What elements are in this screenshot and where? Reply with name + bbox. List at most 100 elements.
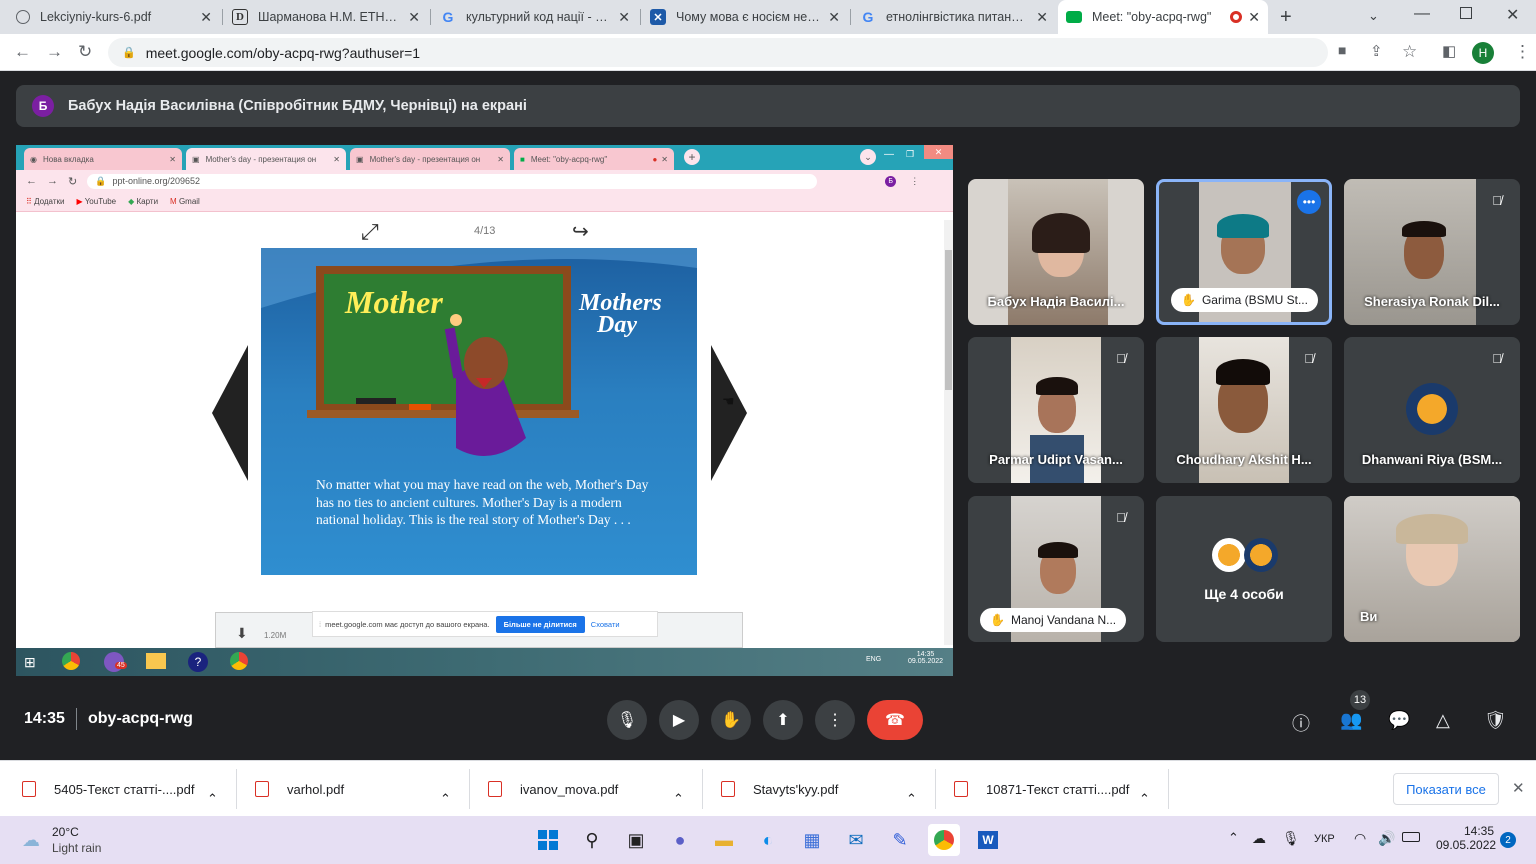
- task-view-icon[interactable]: ▣: [620, 824, 652, 856]
- muted-mic-icon: 🎙̸: [1304, 350, 1314, 366]
- download-item[interactable]: Stavyts'kyy.pdf: [721, 773, 838, 805]
- microphone-button[interactable]: 🎙: [607, 700, 647, 740]
- close-icon[interactable]: ✕: [828, 9, 840, 26]
- url-bar[interactable]: 🔒 meet.google.com/oby-acpq-rwg?authuser=…: [108, 38, 1328, 67]
- word-icon[interactable]: W: [972, 824, 1004, 856]
- close-icon[interactable]: ✕: [1512, 779, 1525, 797]
- close-icon[interactable]: ✕: [200, 9, 212, 26]
- store-icon[interactable]: ▦: [796, 824, 828, 856]
- drag-handle-icon: ⁞: [319, 619, 322, 629]
- share-notice: ⁞ meet.google.com має доступ до вашого е…: [312, 611, 658, 637]
- window-close-button[interactable]: ✕: [1506, 5, 1519, 25]
- leave-call-button[interactable]: ☎: [867, 700, 923, 740]
- close-icon[interactable]: ✕: [408, 9, 420, 26]
- battery-icon[interactable]: [1402, 832, 1420, 842]
- more-options-button[interactable]: ⋮: [815, 700, 855, 740]
- people-icon[interactable]: 👥: [1340, 710, 1362, 731]
- camera-button[interactable]: ▶: [659, 700, 699, 740]
- participant-avatar: [1244, 538, 1278, 572]
- participant-tile[interactable]: 🎙̸ Parmar Udipt Vasan...: [968, 337, 1144, 483]
- next-slide-icon: [711, 345, 747, 481]
- chevron-up-icon[interactable]: ⌃: [906, 783, 917, 815]
- bookmark-star-icon[interactable]: ☆: [1402, 42, 1417, 62]
- close-icon[interactable]: ✕: [618, 9, 630, 26]
- mail-icon[interactable]: ✉: [840, 824, 872, 856]
- new-tab-button[interactable]: +: [1280, 6, 1292, 29]
- participant-tile[interactable]: 🎙̸ Choudhary Akshit H...: [1156, 337, 1332, 483]
- chevron-up-icon[interactable]: ⌃: [673, 783, 684, 815]
- side-panel-icon[interactable]: ◧: [1442, 42, 1456, 60]
- slide-title: Mothers Day: [579, 290, 662, 338]
- host-controls-icon[interactable]: 🛡: [1484, 710, 1507, 731]
- participant-tile[interactable]: Бабух Надія Василі...: [968, 179, 1144, 325]
- download-item[interactable]: varhol.pdf: [255, 773, 344, 805]
- minimize-icon: —: [884, 149, 894, 160]
- pen-app-icon[interactable]: ✎: [884, 824, 916, 856]
- restore-icon: ❐: [906, 149, 915, 159]
- mic-tray-icon[interactable]: 🎙: [1282, 830, 1300, 847]
- download-item[interactable]: 10871-Текст статті....pdf: [954, 773, 1129, 805]
- teams-chat-icon[interactable]: ●: [664, 824, 696, 856]
- chevron-up-icon[interactable]: ⌃: [207, 783, 218, 815]
- pdf-icon: [954, 781, 968, 797]
- participant-tile[interactable]: 🎙̸ Sherasiya Ronak Dil...: [1344, 179, 1520, 325]
- windows-start-button[interactable]: [532, 824, 564, 856]
- download-item[interactable]: ivanov_mova.pdf: [488, 773, 618, 805]
- raised-hand-icon: ✋: [1181, 293, 1196, 307]
- self-tile[interactable]: Ви: [1344, 496, 1520, 642]
- download-item[interactable]: 5405-Текст статті-....pdf: [22, 773, 195, 805]
- present-button[interactable]: ⬆: [763, 700, 803, 740]
- search-icon[interactable]: ⚲: [576, 824, 608, 856]
- raise-hand-button[interactable]: ✋: [711, 700, 751, 740]
- tab-search-chevron-icon[interactable]: ⌄: [1368, 8, 1379, 24]
- wifi-icon[interactable]: ◠: [1354, 830, 1366, 847]
- chat-icon[interactable]: 💬: [1388, 710, 1410, 731]
- chevron-up-icon[interactable]: ⌃: [1228, 830, 1239, 846]
- help-icon: ?: [188, 652, 208, 672]
- participant-avatar: [1406, 383, 1458, 435]
- participant-name: Бабух Надія Василі...: [987, 294, 1125, 309]
- more-participants-tile[interactable]: Ще 4 особи: [1156, 496, 1332, 642]
- menu-dots-icon[interactable]: ⋮: [1514, 42, 1531, 62]
- chrome-taskbar-icon[interactable]: [928, 824, 960, 856]
- tab-title: Шарманова Н.М. ЕТНОЛІН: [258, 10, 403, 24]
- tab-chomu-mova[interactable]: ✕ Чому мова є носієм немат ✕: [642, 0, 848, 34]
- shared-screen: ◉ Нова вкладка ✕ ▣ Mother's day - презентац…: [16, 145, 953, 676]
- bookmarks-bar: ⠿ Додатки ▶ YouTube ◆ Карти M Gmail: [16, 192, 953, 212]
- lock-icon: 🔒: [95, 175, 107, 186]
- maximize-button[interactable]: [1460, 7, 1472, 19]
- minimize-button[interactable]: —: [1414, 5, 1430, 23]
- participant-tile-active[interactable]: ••• ✋ Garima (BSMU St...: [1156, 179, 1332, 325]
- chevron-up-icon[interactable]: ⌃: [440, 783, 451, 815]
- forward-icon[interactable]: →: [46, 42, 63, 62]
- file-explorer-icon[interactable]: ▬: [708, 824, 740, 856]
- tab-etnolingvistyka[interactable]: G етнолінгвістика питання - ✕: [852, 0, 1056, 34]
- show-all-button[interactable]: Показати все: [1393, 773, 1499, 805]
- tab-lekciyniy[interactable]: Lekciyniy-kurs-6.pdf ✕: [8, 0, 220, 34]
- close-icon[interactable]: ✕: [1036, 9, 1048, 26]
- more-options-icon[interactable]: •••: [1297, 190, 1321, 214]
- chevron-up-icon[interactable]: ⌃: [1139, 783, 1150, 815]
- participant-tile[interactable]: 🎙̸ Dhanwani Riya (BSM...: [1344, 337, 1520, 483]
- volume-icon[interactable]: 🔊: [1378, 830, 1395, 847]
- onedrive-cloud-icon[interactable]: ☁: [1252, 830, 1266, 847]
- clock[interactable]: 14:35 09.05.2022: [1436, 824, 1496, 852]
- presenter-avatar: Б: [32, 95, 54, 117]
- shared-tab: ◉ Нова вкладка ✕: [24, 148, 182, 170]
- share-icon[interactable]: ⇪: [1370, 42, 1383, 60]
- notification-badge[interactable]: 2: [1500, 832, 1516, 848]
- profile-avatar[interactable]: H: [1472, 42, 1494, 64]
- tab-kulturnyi-kod[interactable]: G культурний код нації - Пош ✕: [432, 0, 638, 34]
- input-language[interactable]: УКР: [1314, 833, 1335, 845]
- tab-meet[interactable]: Meet: "oby-acpq-rwg" ✕: [1058, 0, 1268, 34]
- activities-icon[interactable]: △: [1436, 710, 1450, 731]
- reload-icon[interactable]: ↻: [78, 42, 92, 62]
- close-icon[interactable]: ✕: [1248, 9, 1260, 26]
- info-icon[interactable]: ⓘ: [1292, 710, 1310, 736]
- participant-tile[interactable]: 🎙̸ ✋ Manoj Vandana N...: [968, 496, 1144, 642]
- edge-icon[interactable]: ◐: [752, 824, 784, 856]
- back-icon[interactable]: ←: [14, 42, 31, 62]
- tab-sharmanova[interactable]: D Шарманова Н.М. ЕТНОЛІН ✕: [224, 0, 428, 34]
- phone-hangup-icon: ☎: [885, 712, 905, 729]
- camera-icon[interactable]: ■: [1338, 42, 1346, 58]
